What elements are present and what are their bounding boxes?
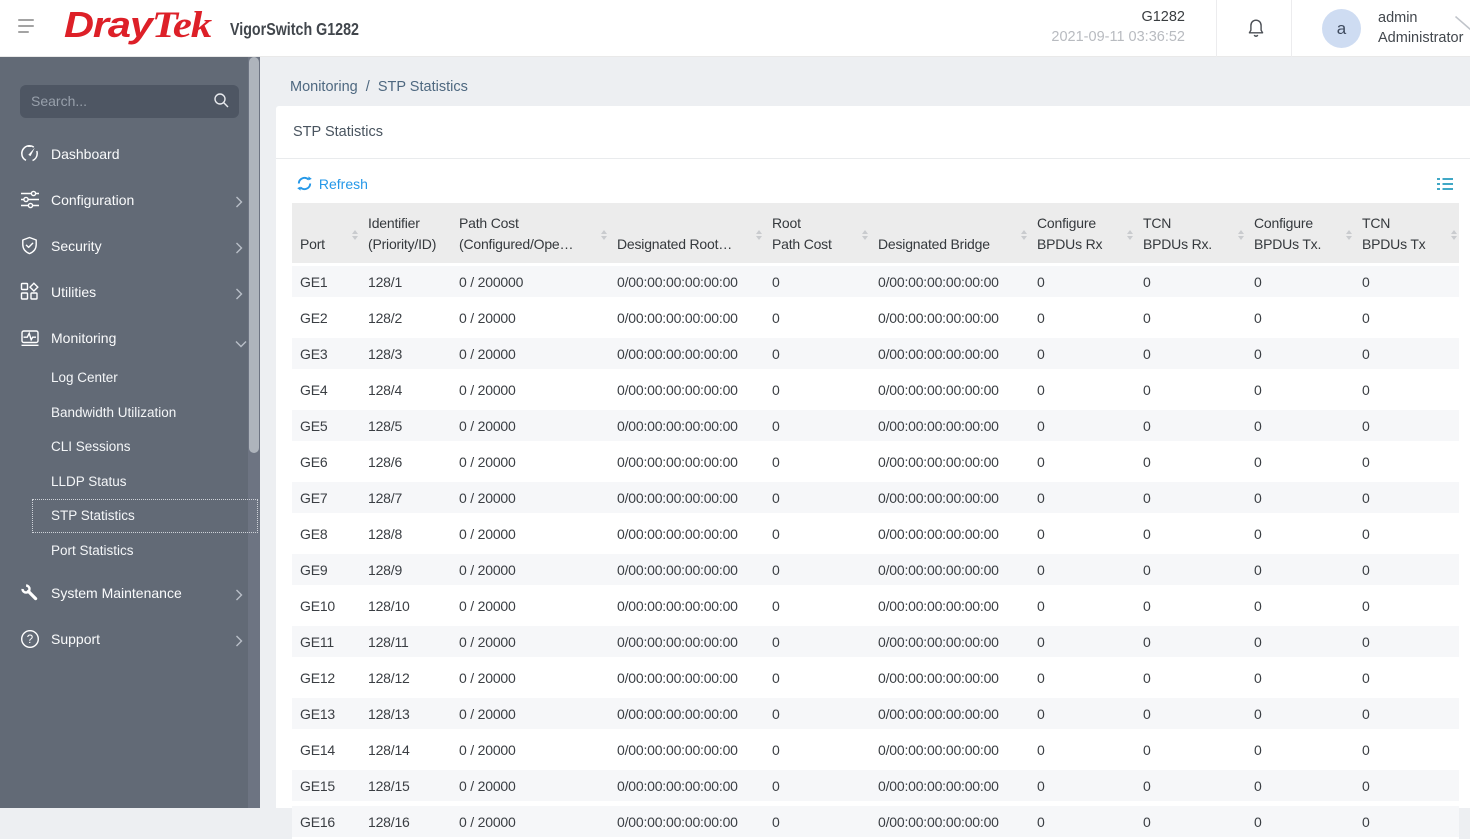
svg-text:?: ? <box>27 634 33 646</box>
